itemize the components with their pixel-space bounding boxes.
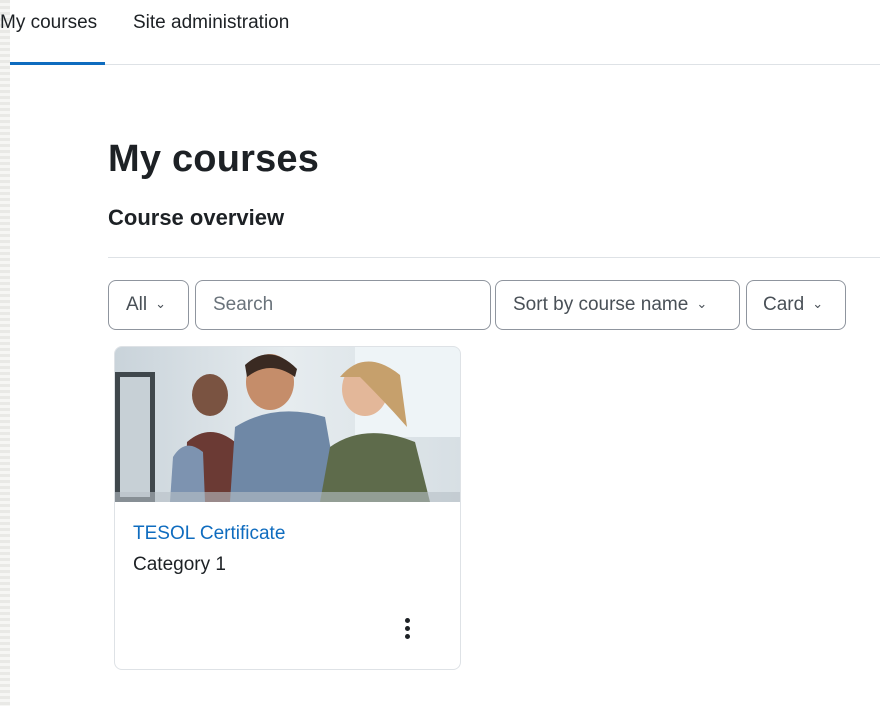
page-title: My courses [108,138,320,180]
course-image[interactable] [115,347,460,502]
search-placeholder: Search [213,294,274,315]
view-dropdown[interactable]: Card ⌄ [746,280,846,330]
course-name-link[interactable]: TESOL Certificate [133,523,285,545]
background-strip [0,0,10,706]
view-value: Card [763,294,805,315]
course-category: Category 1 [133,554,226,575]
tab-label: My courses [0,12,98,33]
dot [404,633,410,639]
course-photo-illustration [115,347,460,502]
search-input[interactable]: Search [195,280,491,330]
sort-dropdown[interactable]: Sort by course name ⌄ [495,280,740,330]
grouping-dropdown[interactable]: All ⌄ [108,280,189,330]
dot [404,625,410,631]
sort-value: Sort by course name [513,294,689,315]
tab-label: Site administration [133,12,290,33]
chevron-down-icon: ⌄ [155,296,167,311]
tab-my-courses[interactable]: My courses [0,0,106,65]
chevron-down-icon: ⌄ [812,296,824,311]
chevron-down-icon: ⌄ [696,296,708,311]
secondary-navigation: My courses Site administration [0,0,880,65]
three-dots-vertical-icon[interactable] [395,615,419,641]
section-title: Course overview [108,205,285,230]
course-card[interactable]: TESOL Certificate Category 1 [114,346,461,670]
grouping-value: All [126,294,148,315]
divider [108,257,880,258]
tab-site-administration[interactable]: Site administration [133,0,289,65]
dot [404,617,410,623]
page: My courses Site administration My course… [0,0,880,706]
